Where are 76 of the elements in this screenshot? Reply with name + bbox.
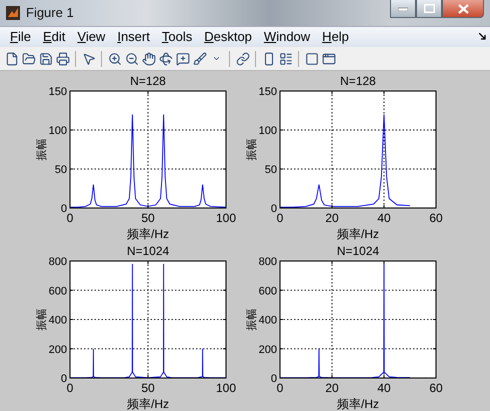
tick-label: 200 — [258, 344, 277, 356]
brush-icon[interactable] — [192, 51, 207, 66]
tick-label: 600 — [48, 285, 67, 298]
panel-icon[interactable] — [321, 51, 336, 66]
menu-item[interactable]: View — [71, 29, 112, 44]
square-icon[interactable] — [304, 51, 319, 66]
tick-label: 100 — [216, 381, 236, 395]
tick-label: 100 — [48, 125, 67, 137]
tick-label: 0 — [270, 203, 277, 215]
axis-label: 振幅 — [36, 138, 48, 160]
tick-label: 800 — [48, 256, 67, 268]
axis-label: 频率/Hz — [337, 397, 379, 411]
tick-label: 400 — [258, 314, 277, 326]
new-file-icon[interactable] — [4, 51, 19, 66]
data-cursor-icon[interactable] — [175, 51, 190, 66]
maximize-button[interactable] — [416, 0, 442, 18]
tick-label: 0 — [270, 373, 277, 385]
tick-label: 50 — [54, 164, 67, 176]
menu-item[interactable]: Tools — [156, 29, 198, 44]
tick-label: 100 — [216, 211, 236, 225]
close-button[interactable] — [442, 0, 484, 18]
tick-label: 50 — [264, 164, 277, 176]
tick-label: 0 — [276, 211, 284, 225]
menu-item[interactable]: Edit — [36, 29, 72, 44]
tick-label: 0 — [66, 211, 74, 225]
axis-label: 频率/Hz — [127, 397, 169, 411]
pointer-icon[interactable] — [81, 51, 96, 66]
folder-icon[interactable] — [21, 51, 36, 66]
printer-icon[interactable] — [55, 51, 70, 66]
legend-icon[interactable] — [278, 51, 293, 66]
close-icon — [458, 4, 468, 14]
tick-label: 0 — [60, 373, 67, 385]
window-title: Figure 1 — [26, 5, 75, 20]
save-icon[interactable] — [38, 51, 53, 66]
tick-label: 20 — [325, 381, 339, 395]
minimize-button[interactable] — [390, 0, 416, 18]
tick-label: 200 — [48, 344, 67, 356]
menu-item[interactable]: File — [4, 29, 37, 44]
chart-title: N=1024 — [126, 244, 170, 258]
hand-icon[interactable] — [141, 51, 156, 66]
tick-label: 20 — [325, 211, 339, 225]
rotate-icon[interactable] — [158, 51, 173, 66]
tick-label: 150 — [258, 86, 277, 98]
tick-label: 50 — [141, 211, 155, 225]
maximize-icon — [424, 4, 434, 13]
chart-title: N=1024 — [336, 244, 380, 258]
tick-label: 0 — [276, 381, 284, 395]
tick-label: 40 — [377, 381, 391, 395]
menu-item[interactable]: Insert — [111, 29, 156, 44]
chart-title: N=128 — [130, 74, 166, 88]
tick-label: 150 — [48, 86, 67, 98]
app-icon — [6, 6, 20, 20]
tick-label: 800 — [258, 256, 277, 268]
tick-label: 60 — [429, 211, 443, 225]
chart-title: N=128 — [340, 74, 376, 88]
tick-label: 100 — [258, 125, 277, 137]
tick-label: 400 — [48, 314, 67, 326]
minimize-icon — [398, 6, 408, 10]
zoom-out-icon[interactable] — [124, 51, 139, 66]
zoom-in-icon[interactable] — [107, 51, 122, 66]
tick-label: 0 — [66, 381, 74, 395]
menu-item[interactable]: Desktop — [198, 29, 258, 44]
axis-label: 频率/Hz — [337, 227, 379, 241]
dock-arrow-icon[interactable] — [479, 33, 486, 40]
tick-label: 600 — [258, 285, 277, 298]
axis-label: 振幅 — [246, 308, 258, 330]
menu-item[interactable]: Help — [316, 29, 355, 44]
tick-label: 50 — [141, 381, 155, 395]
axis-label: 振幅 — [246, 138, 258, 160]
link-icon[interactable] — [235, 51, 250, 66]
menu-item[interactable]: Window — [258, 29, 316, 44]
axis-label: 振幅 — [36, 308, 48, 330]
axis-label: 频率/Hz — [127, 227, 169, 241]
tick-label: 0 — [60, 203, 67, 215]
tick-label: 40 — [377, 211, 391, 225]
tick-label: 60 — [429, 381, 443, 395]
